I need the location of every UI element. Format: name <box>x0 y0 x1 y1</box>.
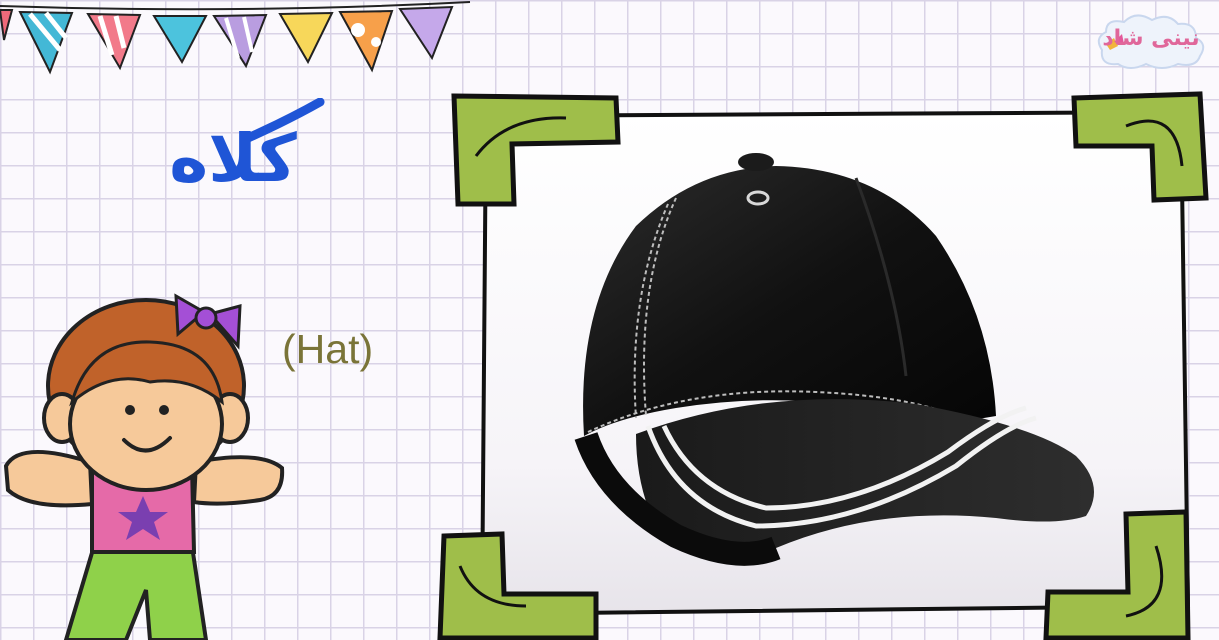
bunting-decoration <box>0 1 471 75</box>
channel-logo: نینی شاد <box>1092 10 1210 72</box>
picture-frame <box>437 91 1209 640</box>
girl-illustration <box>3 293 285 640</box>
logo-text: نینی شاد <box>1102 26 1200 51</box>
english-translation: (Hat) <box>282 326 374 372</box>
persian-word: کلاه <box>128 98 338 228</box>
persian-word-text: کلاه <box>169 120 297 197</box>
